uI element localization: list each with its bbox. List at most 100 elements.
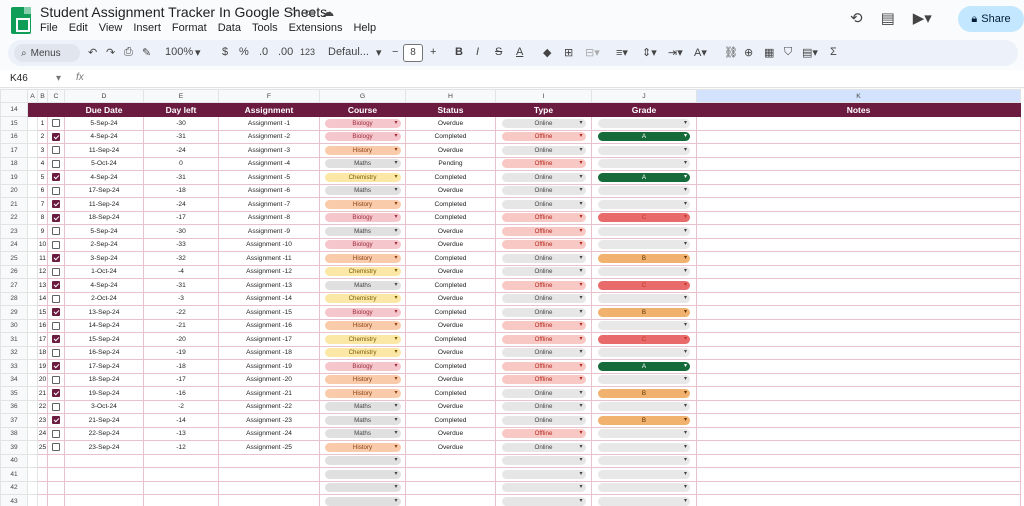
done-checkbox[interactable] xyxy=(52,335,60,344)
type-cell[interactable] xyxy=(495,480,592,495)
cell[interactable] xyxy=(27,332,38,347)
status-cell[interactable]: Overdue xyxy=(405,372,496,387)
menus-search[interactable]: ⌕ Menus xyxy=(14,44,80,62)
course-dropdown-chip[interactable]: Maths xyxy=(324,186,401,196)
day-left-cell[interactable]: -19 xyxy=(143,345,219,360)
notes-cell[interactable] xyxy=(696,345,1021,360)
due-date-cell[interactable]: 3-Sep-24 xyxy=(64,251,144,266)
done-checkbox[interactable] xyxy=(52,348,60,357)
grade-cell[interactable]: A xyxy=(591,170,697,185)
percent-format-button[interactable]: % xyxy=(239,46,249,58)
day-left-cell[interactable]: -31 xyxy=(143,278,219,293)
type-cell[interactable]: Offline xyxy=(495,332,592,347)
notes-cell[interactable] xyxy=(696,251,1021,266)
notes-cell[interactable] xyxy=(696,129,1021,144)
type-cell[interactable]: Offline xyxy=(495,318,592,333)
grade-cell[interactable]: B xyxy=(591,386,697,401)
type-dropdown-chip[interactable]: Online xyxy=(501,267,586,277)
due-date-cell[interactable]: 2-Sep-24 xyxy=(64,237,144,252)
cell[interactable] xyxy=(27,116,38,131)
column-header-g[interactable]: G xyxy=(319,89,406,103)
grade-dropdown-chip[interactable]: B xyxy=(598,307,690,317)
course-dropdown-chip[interactable]: History xyxy=(324,388,401,398)
cell[interactable] xyxy=(27,197,38,212)
done-checkbox-cell[interactable] xyxy=(47,170,65,185)
assignment-cell[interactable]: Assignment -23 xyxy=(218,413,320,428)
status-cell[interactable]: Completed xyxy=(405,129,496,144)
index-cell[interactable] xyxy=(37,467,48,482)
status-cell[interactable] xyxy=(405,494,496,506)
done-checkbox-cell[interactable] xyxy=(47,210,65,225)
type-cell[interactable]: Online xyxy=(495,251,592,266)
menu-format[interactable]: Format xyxy=(172,22,207,34)
type-dropdown-chip[interactable]: Online xyxy=(501,186,586,196)
share-button[interactable]: 🔒︎ Share xyxy=(958,6,1024,32)
assignment-cell[interactable] xyxy=(218,467,320,482)
assignment-cell[interactable] xyxy=(218,480,320,495)
grade-cell[interactable] xyxy=(591,494,697,506)
course-dropdown-chip[interactable]: Maths xyxy=(324,402,401,412)
done-checkbox[interactable] xyxy=(52,389,60,398)
notes-cell[interactable] xyxy=(696,467,1021,482)
notes-cell[interactable] xyxy=(696,224,1021,239)
grade-cell[interactable]: C xyxy=(591,332,697,347)
done-checkbox-cell[interactable] xyxy=(47,116,65,131)
due-date-cell[interactable]: 3-Oct-24 xyxy=(64,399,144,414)
grade-cell[interactable] xyxy=(591,426,697,441)
course-dropdown-chip[interactable]: Maths xyxy=(324,159,401,169)
done-checkbox-cell[interactable] xyxy=(47,332,65,347)
cell[interactable] xyxy=(27,170,38,185)
assignment-cell[interactable] xyxy=(218,453,320,468)
assignment-cell[interactable]: Assignment -4 xyxy=(218,156,320,171)
index-cell[interactable]: 10 xyxy=(37,237,48,252)
day-left-cell[interactable] xyxy=(143,480,219,495)
assignment-cell[interactable]: Assignment -1 xyxy=(218,116,320,131)
cell[interactable] xyxy=(27,143,38,158)
bold-icon[interactable]: B xyxy=(455,46,463,58)
grade-dropdown-chip[interactable]: C xyxy=(598,213,690,223)
done-checkbox-cell[interactable] xyxy=(47,480,65,495)
status-cell[interactable]: Overdue xyxy=(405,399,496,414)
cell[interactable] xyxy=(27,278,38,293)
assignment-cell[interactable]: Assignment -6 xyxy=(218,183,320,198)
index-cell[interactable]: 3 xyxy=(37,143,48,158)
sheets-logo-icon[interactable] xyxy=(11,7,31,34)
meet-video-icon[interactable]: ▶▾ xyxy=(913,9,932,27)
course-cell[interactable]: Biology xyxy=(319,237,406,252)
header-day-left[interactable]: Day left xyxy=(143,102,219,117)
header-notes[interactable]: Notes xyxy=(696,102,1021,117)
index-cell[interactable]: 8 xyxy=(37,210,48,225)
sheet-table[interactable]: A B C D E F G H I J K 14 Due Date Day left Assignment C… xyxy=(0,89,1021,506)
assignment-cell[interactable]: Assignment -9 xyxy=(218,224,320,239)
index-cell[interactable]: 25 xyxy=(37,440,48,455)
course-cell[interactable]: Biology xyxy=(319,129,406,144)
type-cell[interactable]: Online xyxy=(495,345,592,360)
notes-cell[interactable] xyxy=(696,440,1021,455)
course-cell[interactable]: Chemistry xyxy=(319,345,406,360)
index-cell[interactable]: 12 xyxy=(37,264,48,279)
notes-cell[interactable] xyxy=(696,480,1021,495)
status-cell[interactable]: Overdue xyxy=(405,183,496,198)
day-left-cell[interactable]: -31 xyxy=(143,129,219,144)
status-cell[interactable]: Completed xyxy=(405,170,496,185)
day-left-cell[interactable] xyxy=(143,467,219,482)
done-checkbox-cell[interactable] xyxy=(47,359,65,374)
assignment-cell[interactable]: Assignment -11 xyxy=(218,251,320,266)
day-left-cell[interactable]: -12 xyxy=(143,440,219,455)
cell[interactable] xyxy=(27,251,38,266)
header-due-date[interactable]: Due Date xyxy=(64,102,144,117)
course-dropdown-chip[interactable]: History xyxy=(324,199,401,209)
status-cell[interactable]: Overdue xyxy=(405,264,496,279)
type-cell[interactable]: Online xyxy=(495,116,592,131)
done-checkbox-cell[interactable] xyxy=(47,426,65,441)
type-dropdown-chip[interactable]: Online xyxy=(501,294,586,304)
done-checkbox[interactable] xyxy=(52,119,60,128)
grade-dropdown-chip[interactable] xyxy=(598,402,690,412)
cell[interactable] xyxy=(27,440,38,455)
grade-dropdown-chip[interactable]: B xyxy=(598,388,690,398)
index-cell[interactable]: 22 xyxy=(37,399,48,414)
type-dropdown-chip[interactable]: Online xyxy=(501,253,586,263)
notes-cell[interactable] xyxy=(696,359,1021,374)
course-dropdown-chip[interactable]: Biology xyxy=(324,361,401,371)
type-dropdown-chip[interactable] xyxy=(501,496,586,506)
